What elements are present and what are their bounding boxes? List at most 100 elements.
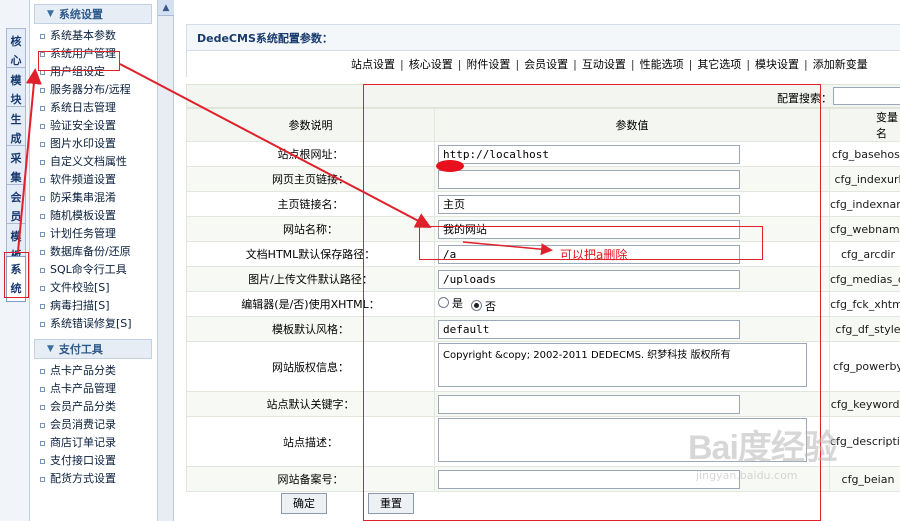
param-value-cell [434, 266, 830, 292]
sidebar-item[interactable]: 会员消费记录 [30, 416, 157, 434]
bullet-icon [40, 69, 45, 75]
param-label: 站点默认关键字： [186, 391, 435, 417]
config-tab[interactable]: 核心设置 [409, 56, 453, 72]
sidebar-item[interactable]: 用户组设定 [30, 63, 157, 81]
tab-separator: | [457, 57, 462, 71]
config-tab[interactable]: 会员设置 [524, 56, 568, 72]
sidebar-item[interactable]: 支付接口设置 [30, 452, 157, 470]
bullet-icon [40, 285, 45, 291]
sidebar-item[interactable]: 商店订单记录 [30, 434, 157, 452]
sidebar-item-label: 系统错误修复[S] [50, 317, 132, 330]
search-label: 配置搜索： [777, 92, 832, 105]
ok-button[interactable]: 确定 [281, 493, 327, 514]
param-input[interactable] [438, 194, 740, 214]
sidebar-item[interactable]: 自定义文档属性 [30, 153, 157, 171]
collapse-arrow-icon[interactable]: ▼ [47, 9, 54, 19]
sidebar-item[interactable]: 防采集串混淆 [30, 189, 157, 207]
param-label: 站点描述： [186, 416, 435, 467]
section-header-payment[interactable]: ▼ 支付工具 [34, 339, 152, 359]
config-tab[interactable]: 性能选项 [640, 56, 684, 72]
param-label: 网站备案号： [186, 466, 435, 492]
param-label: 模板默认风格： [186, 316, 435, 342]
sidebar-item[interactable]: 系统错误修复[S] [30, 315, 157, 333]
sidebar-item-label: 用户组设定 [50, 65, 105, 78]
bullet-icon [40, 440, 45, 446]
param-label: 站点根网址： [186, 141, 435, 167]
sidebar-item[interactable]: 软件频道设置 [30, 171, 157, 189]
param-value-cell [434, 216, 830, 242]
sidebar-item[interactable]: 服务器分布/远程 [30, 81, 157, 99]
section-header-system[interactable]: ▼ 系统设置 [34, 4, 152, 24]
column-header: 参数说明 [186, 108, 435, 142]
radio-circle-icon[interactable] [438, 297, 449, 308]
param-input[interactable] [438, 219, 740, 239]
sidebar-item-label: 验证安全设置 [50, 119, 116, 132]
sidebar-item-label: 病毒扫描[S] [50, 299, 110, 312]
config-tab[interactable]: 互动设置 [582, 56, 626, 72]
sidebar-scrollbar[interactable]: ▲ [158, 0, 174, 521]
bullet-icon [40, 249, 45, 255]
page-title: DedeCMS系统配置参数： [186, 24, 900, 51]
watermark: Bai度经验 jingyan.baidu.com [688, 420, 888, 520]
config-tab[interactable]: 添加新变量 [813, 56, 868, 72]
sidebar-item[interactable]: 点卡产品分类 [30, 362, 157, 380]
config-tab[interactable]: 模块设置 [755, 56, 799, 72]
param-input[interactable] [438, 144, 740, 164]
sidebar-item-label: 自定义文档属性 [50, 155, 127, 168]
param-varname: cfg_basehost [829, 141, 900, 167]
tab-separator: | [746, 57, 751, 71]
param-varname: cfg_arcdir [829, 241, 900, 267]
sidebar-item[interactable]: 计划任务管理 [30, 225, 157, 243]
sidebar-item[interactable]: 数据库备份/还原 [30, 243, 157, 261]
param-input[interactable] [438, 319, 740, 339]
sidebar-item[interactable]: 系统基本参数 [30, 27, 157, 45]
param-textarea[interactable]: Copyright &copy; 2002-2011 DEDECMS. 织梦科技… [438, 343, 807, 387]
config-row: 图片/上传文件默认路径： cfg_medias_dir [186, 266, 900, 292]
radio-yes[interactable]: 是 [438, 295, 463, 311]
vertical-tab[interactable]: 系统 [6, 256, 26, 302]
sidebar-item[interactable]: 图片水印设置 [30, 135, 157, 153]
config-row: 编辑器(是/否)使用XHTML：是否 cfg_fck_xhtml [186, 291, 900, 317]
system-menu: 系统基本参数 系统用户管理用户组设定服务器分布/远程系统日志管理 验证安全设置 图片水… [30, 27, 157, 333]
scroll-up-icon[interactable]: ▲ [158, 0, 174, 16]
bullet-icon [40, 386, 45, 392]
sidebar-item-label: 系统日志管理 [50, 101, 116, 114]
sidebar-item[interactable]: 系统用户管理 [30, 45, 157, 63]
param-varname: cfg_webname [829, 216, 900, 242]
sidebar-item[interactable]: 病毒扫描[S] [30, 297, 157, 315]
param-input[interactable] [438, 394, 740, 414]
param-varname: cfg_powerby [829, 341, 900, 392]
tab-separator: | [688, 57, 693, 71]
watermark-logo: Bai度经验 [688, 429, 838, 467]
sidebar-item[interactable]: 随机模板设置 [30, 207, 157, 225]
config-tab[interactable]: 附件设置 [466, 56, 510, 72]
param-input[interactable] [438, 269, 740, 289]
config-tab[interactable]: 其它选项 [697, 56, 741, 72]
sidebar-item[interactable]: 验证安全设置 [30, 117, 157, 135]
sidebar-item[interactable]: 文件校验[S] [30, 279, 157, 297]
config-search-input[interactable] [833, 87, 900, 105]
sidebar-item[interactable]: SQL命令行工具 [30, 261, 157, 279]
sidebar-item[interactable]: 系统日志管理 [30, 99, 157, 117]
bullet-icon [40, 368, 45, 374]
tab-separator: | [573, 57, 577, 71]
param-input[interactable] [438, 244, 740, 264]
sidebar-item-label: 图片水印设置 [50, 137, 116, 150]
sidebar-item[interactable]: 配货方式设置 [30, 470, 157, 488]
param-input[interactable] [438, 169, 740, 189]
sidebar-item[interactable]: 点卡产品管理 [30, 380, 157, 398]
config-tab[interactable]: 站点设置 [351, 56, 395, 72]
bullet-icon [40, 105, 45, 111]
radio-no[interactable]: 否 [471, 298, 496, 314]
collapse-arrow-icon[interactable]: ▼ [47, 344, 54, 354]
config-tabs: 站点设置 | 核心设置 | 附件设置 | 会员设置 | 互动设置 | 性能选项 | 其它选项 | 模块设置 |… [186, 51, 900, 77]
radio-label: 否 [485, 299, 496, 313]
radio-circle-icon[interactable] [471, 300, 482, 311]
sidebar-item[interactable]: 会员产品分类 [30, 398, 157, 416]
sidebar-item-label: 配货方式设置 [50, 472, 116, 485]
sidebar-item-label: 会员消费记录 [50, 418, 116, 431]
sidebar-item-label: SQL命令行工具 [50, 263, 127, 276]
reset-button[interactable]: 重置 [368, 493, 414, 514]
bullet-icon [40, 177, 45, 183]
sidebar-item-label: 数据库备份/还原 [50, 245, 131, 258]
